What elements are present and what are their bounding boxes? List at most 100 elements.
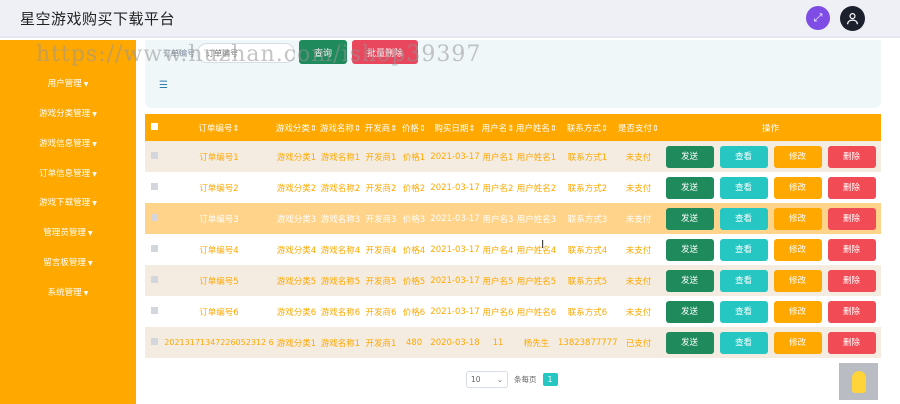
delete-button[interactable]: 删除	[827, 207, 876, 230]
cell-category: 游戏分类2	[275, 172, 318, 203]
batch-delete-button[interactable]: 批量删除	[352, 40, 418, 64]
edit-button[interactable]: 修改	[773, 269, 822, 292]
send-button[interactable]: 发送	[665, 238, 714, 261]
view-button[interactable]: 查看	[719, 238, 768, 261]
sidebar-item-game-info[interactable]: 游戏信息管理 ▼	[0, 137, 136, 149]
column-header[interactable]: 购买日期⇕	[429, 114, 481, 141]
cell-category: 游戏分类5	[275, 265, 318, 296]
send-button[interactable]: 发送	[665, 207, 714, 230]
cell-purchase-date: 2021-03-17	[429, 296, 481, 327]
column-header[interactable]: 游戏名称⇕	[318, 114, 363, 141]
sidebar-item-order-info[interactable]: 订单信息管理 ▼	[0, 167, 136, 179]
sidebar-item-system[interactable]: 系统管理 ▼	[0, 286, 136, 298]
cell-user-fullname: 用户姓名4	[515, 234, 558, 265]
view-button[interactable]: 查看	[719, 207, 768, 230]
sidebar-item-label: 游戏分类管理	[39, 109, 91, 119]
sidebar-item-game-download[interactable]: 游戏下载管理 ▼	[0, 196, 136, 208]
delete-button[interactable]: 删除	[827, 176, 876, 199]
app-title: 星空游戏购买下载平台	[20, 9, 176, 28]
cell-order-no: 订单编号2	[163, 172, 275, 203]
column-header[interactable]: 开发商⇕	[363, 114, 399, 141]
cell-purchase-date: 2021-03-17	[429, 203, 481, 234]
cell-developer: 开发商1	[363, 141, 399, 172]
sidebar-item-label: 用户管理	[47, 79, 82, 89]
fullscreen-icon[interactable]: ⤢	[806, 6, 830, 30]
view-button[interactable]: 查看	[719, 331, 768, 354]
cell-username: 用户名4	[481, 234, 515, 265]
send-button[interactable]: 发送	[665, 300, 714, 323]
send-button[interactable]: 发送	[665, 269, 714, 292]
mouse-cursor-icon: I	[541, 238, 545, 251]
cell-username: 用户名6	[481, 296, 515, 327]
view-button[interactable]: 查看	[719, 300, 768, 323]
column-header[interactable]: 订单编号⇕	[163, 114, 275, 141]
sidebar-item-message-board[interactable]: 留言板管理 ▼	[0, 256, 136, 268]
row-checkbox[interactable]	[150, 275, 158, 283]
user-avatar-icon[interactable]	[840, 6, 865, 31]
row-checkbox[interactable]	[150, 306, 158, 314]
select-all-checkbox[interactable]	[150, 122, 158, 130]
row-checkbox[interactable]	[150, 151, 158, 159]
view-button[interactable]: 查看	[719, 145, 768, 168]
edit-button[interactable]: 修改	[773, 331, 822, 354]
edit-button[interactable]: 修改	[773, 207, 822, 230]
cell-developer: 开发商3	[363, 203, 399, 234]
row-checkbox[interactable]	[150, 244, 158, 252]
column-header[interactable]: 价格⇕	[399, 114, 429, 141]
column-header[interactable]: 用户姓名⇕	[515, 114, 558, 141]
rocket-icon	[851, 370, 866, 393]
cell-category: 游戏分类6	[275, 296, 318, 327]
column-header[interactable]: 是否支付⇕	[617, 114, 660, 141]
cell-game-name: 游戏名称4	[318, 234, 363, 265]
cell-user-fullname: 用户姓名1	[515, 141, 558, 172]
view-button[interactable]: 查看	[719, 269, 768, 292]
cell-price: 480	[399, 327, 429, 358]
sidebar-item-admin[interactable]: 管理员管理 ▼	[0, 226, 136, 238]
page-number-button[interactable]: 1	[542, 373, 558, 386]
cell-price: 价格2	[399, 172, 429, 203]
sidebar-item-label: 游戏下载管理	[39, 198, 91, 208]
cell-payment-status: 已支付	[617, 327, 660, 358]
sidebar-item-game-category[interactable]: 游戏分类管理 ▼	[0, 107, 136, 119]
sidebar-item-label: 订单信息管理	[39, 169, 91, 179]
search-input[interactable]	[197, 43, 295, 63]
send-button[interactable]: 发送	[665, 145, 714, 168]
page-size-select[interactable]: 10 ⌄	[466, 371, 508, 388]
order-table-wrapper: 订单编号⇕ 游戏分类⇕ 游戏名称⇕ 开发商⇕ 价格⇕ 购买日期⇕ 用户名⇕ 用户…	[145, 114, 881, 358]
delete-button[interactable]: 删除	[827, 145, 876, 168]
view-button[interactable]: 查看	[719, 176, 768, 199]
column-header[interactable]: 联系方式⇕	[558, 114, 617, 141]
send-button[interactable]: 发送	[665, 331, 714, 354]
sidebar-item-label: 管理员管理	[43, 228, 86, 238]
cell-developer: 开发商4	[363, 234, 399, 265]
send-button[interactable]: 发送	[665, 176, 714, 199]
search-label: 订单编号	[163, 49, 195, 58]
table-row: 订单编号3 游戏分类3 游戏名称3 开发商3 价格3 2021-03-17 用户…	[145, 203, 881, 234]
row-checkbox[interactable]	[150, 182, 158, 190]
back-to-top-button[interactable]	[839, 363, 878, 400]
table-row: 20213171347226052312 6 游戏分类1 游戏名称1 开发商1 …	[145, 327, 881, 358]
cell-game-name: 游戏名称2	[318, 172, 363, 203]
column-header[interactable]: 游戏分类⇕	[275, 114, 318, 141]
search-button[interactable]: 查询	[299, 40, 347, 64]
edit-button[interactable]: 修改	[773, 238, 822, 261]
cell-username: 用户名5	[481, 265, 515, 296]
cell-contact: 13823877777	[558, 327, 617, 358]
cell-category: 游戏分类1	[275, 141, 318, 172]
cell-user-fullname: 用户姓名2	[515, 172, 558, 203]
filter-icon[interactable]: ☰	[159, 80, 168, 91]
edit-button[interactable]: 修改	[773, 176, 822, 199]
sidebar-item-user[interactable]: 用户管理 ▼	[0, 77, 136, 89]
delete-button[interactable]: 删除	[827, 269, 876, 292]
row-checkbox[interactable]	[150, 213, 158, 221]
caret-down-icon: ▼	[92, 171, 97, 178]
edit-button[interactable]: 修改	[773, 145, 822, 168]
delete-button[interactable]: 删除	[827, 331, 876, 354]
column-header[interactable]: 用户名⇕	[481, 114, 515, 141]
row-checkbox[interactable]	[150, 337, 158, 345]
delete-button[interactable]: 删除	[827, 300, 876, 323]
delete-button[interactable]: 删除	[827, 238, 876, 261]
edit-button[interactable]: 修改	[773, 300, 822, 323]
caret-down-icon: ▼	[87, 230, 93, 237]
cell-contact: 联系方式5	[558, 265, 617, 296]
